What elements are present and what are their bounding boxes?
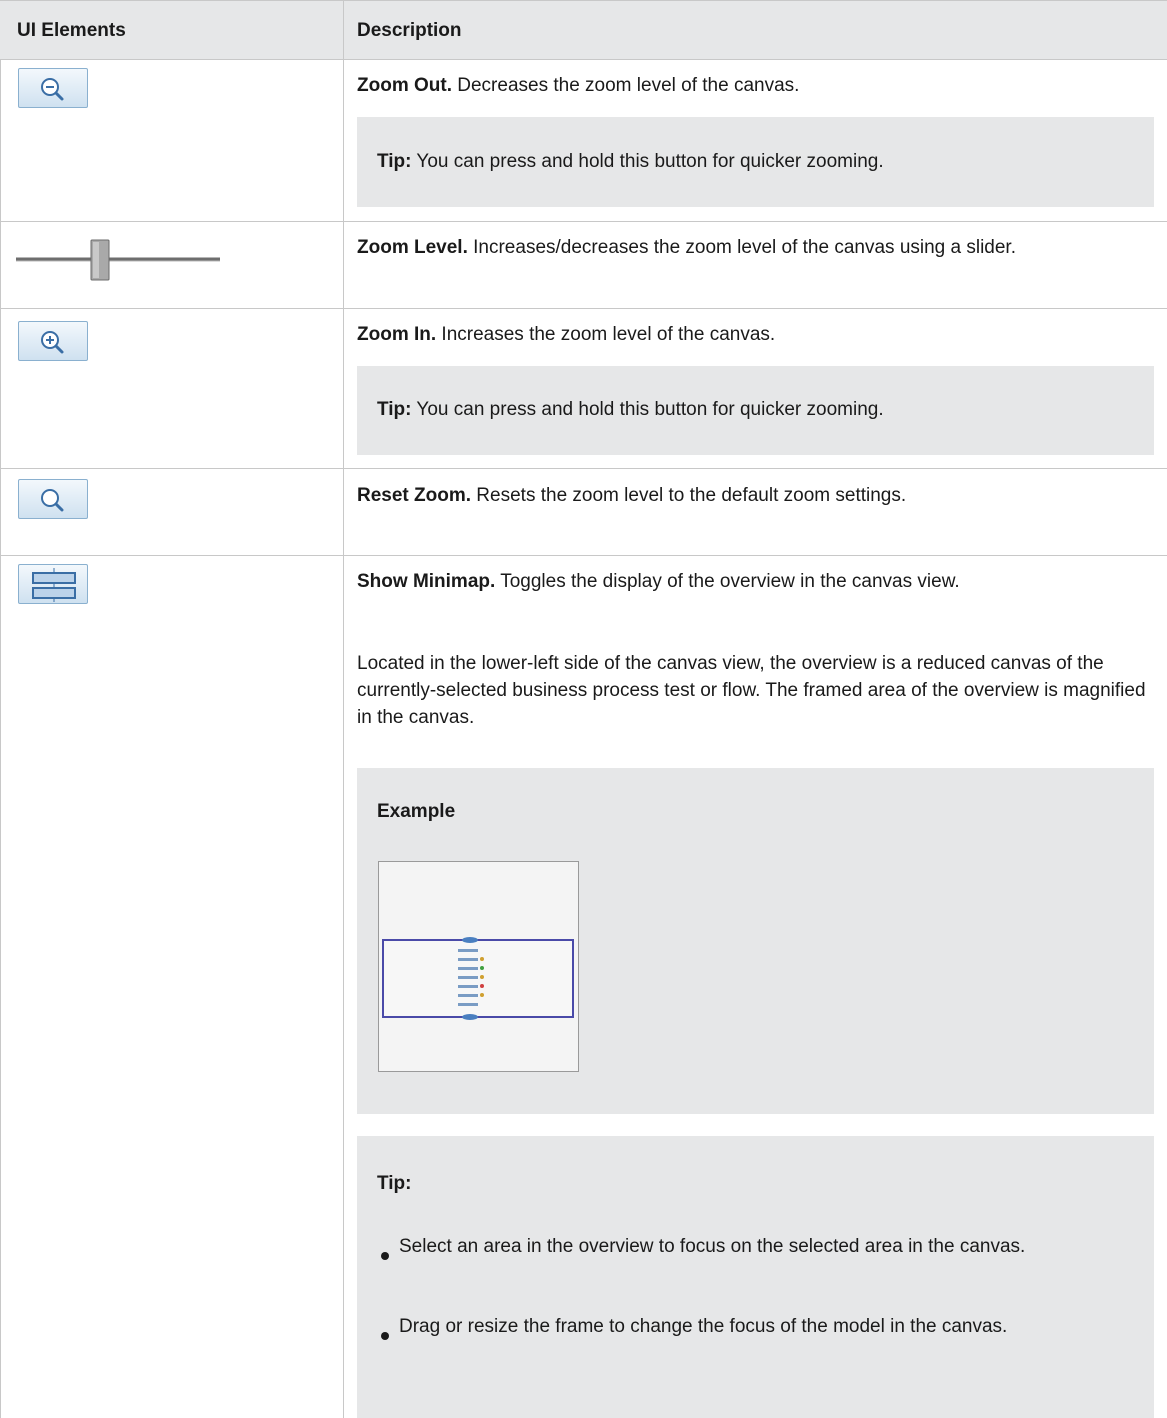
- reset-zoom-icon: [41, 489, 64, 512]
- minimap-tip-label: Tip:: [377, 1173, 412, 1194]
- zoom-in-tip: Tip: You can press and hold this button …: [377, 396, 884, 423]
- zoom-out-description: Zoom Out. Decreases the zoom level of th…: [357, 72, 1155, 99]
- show-minimap-button[interactable]: [18, 564, 88, 604]
- ui-elements-table: UI Elements Description Zoom Out. Decrea…: [0, 0, 1167, 1418]
- show-minimap-paragraph: Located in the lower-left side of the ca…: [357, 653, 1146, 728]
- table-row-show-minimap: Show Minimap. Toggles the display of the…: [0, 556, 1167, 1418]
- bullet-icon: [381, 1332, 389, 1340]
- zoom-in-title: Zoom In.: [357, 324, 437, 345]
- zoom-in-tip-text: You can press and hold this button for q…: [411, 399, 884, 420]
- zoom-out-tip-label: Tip:: [377, 151, 412, 172]
- minimap-tip-bullet-2: Drag or resize the frame to change the f…: [399, 1316, 1008, 1337]
- reset-zoom-text: Resets the zoom level to the default zoo…: [471, 485, 907, 506]
- zoom-in-button[interactable]: [18, 321, 88, 361]
- reset-zoom-button[interactable]: [18, 479, 88, 519]
- minimap-tip-box: Tip: Select an area in the overview to f…: [357, 1136, 1154, 1418]
- header-ui-elements: UI Elements: [17, 20, 126, 41]
- zoom-in-description: Zoom In. Increases the zoom level of the…: [357, 321, 1155, 348]
- zoom-out-tip-box: Tip: You can press and hold this button …: [357, 117, 1154, 207]
- show-minimap-text: Toggles the display of the overview in t…: [495, 571, 960, 592]
- show-minimap-description: Show Minimap. Toggles the display of the…: [357, 568, 1155, 595]
- zoom-out-title: Zoom Out.: [357, 75, 452, 96]
- reset-zoom-title: Reset Zoom.: [357, 485, 472, 506]
- table-row-zoom-in: Zoom In. Increases the zoom level of the…: [0, 309, 1167, 468]
- table-header: UI Elements Description: [0, 0, 1167, 60]
- zoom-out-button[interactable]: [18, 68, 88, 108]
- table-row-reset-zoom: Reset Zoom. Resets the zoom level to the…: [0, 469, 1167, 555]
- zoom-out-icon: [41, 78, 64, 101]
- table-row-zoom-out: Zoom Out. Decreases the zoom level of th…: [0, 60, 1167, 221]
- zoom-slider-icon[interactable]: [16, 230, 221, 286]
- minimap-tip-bullet-1: Select an area in the overview to focus …: [399, 1236, 1026, 1257]
- minimap-example-image: [378, 861, 579, 1072]
- zoom-out-tip: Tip: You can press and hold this button …: [377, 148, 884, 175]
- zoom-out-text: Decreases the zoom level of the canvas.: [451, 75, 800, 96]
- zoom-level-description: Zoom Level. Increases/decreases the zoom…: [357, 234, 1155, 261]
- zoom-level-title: Zoom Level.: [357, 237, 468, 258]
- show-minimap-title: Show Minimap.: [357, 571, 496, 592]
- zoom-in-text: Increases the zoom level of the canvas.: [436, 324, 776, 345]
- example-box: Example: [357, 768, 1154, 1114]
- zoom-out-tip-text: You can press and hold this button for q…: [411, 151, 884, 172]
- bullet-icon: [381, 1252, 389, 1260]
- table-row-zoom-level: Zoom Level. Increases/decreases the zoom…: [0, 222, 1167, 308]
- zoom-level-text: Increases/decreases the zoom level of th…: [467, 237, 1016, 258]
- header-description: Description: [357, 20, 462, 41]
- reset-zoom-description: Reset Zoom. Resets the zoom level to the…: [357, 482, 1155, 509]
- zoom-in-icon: [41, 331, 64, 354]
- example-label: Example: [377, 801, 456, 822]
- zoom-in-tip-box: Tip: You can press and hold this button …: [357, 366, 1154, 455]
- zoom-in-tip-label: Tip:: [377, 399, 412, 420]
- minimap-icon: [32, 568, 76, 602]
